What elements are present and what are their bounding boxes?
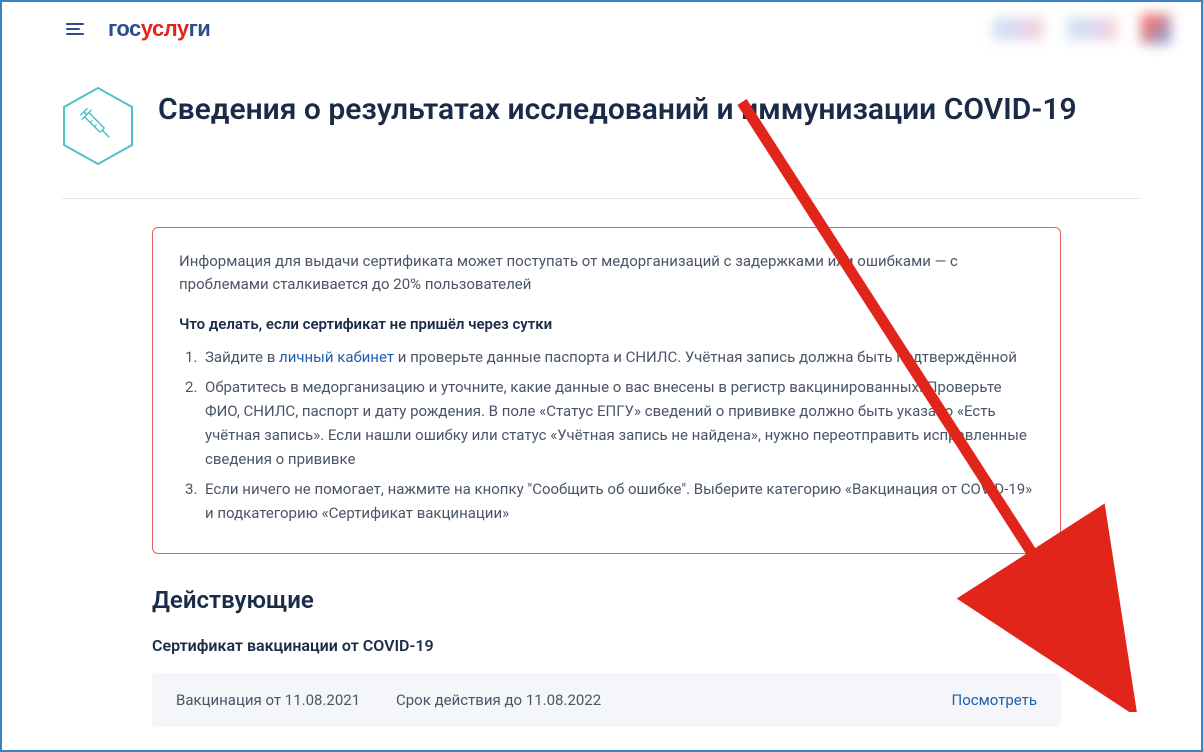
personal-account-link[interactable]: личный кабинет (279, 348, 394, 366)
certificate-validity: Срок действия до 11.08.2022 (396, 691, 952, 709)
menu-icon[interactable] (62, 19, 88, 39)
info-list-item: Обратитесь в медорганизацию и уточните, … (179, 375, 1034, 471)
section-header: Действующие Архив (152, 586, 1061, 614)
syringe-icon (62, 86, 134, 166)
info-list-item: Если ничего не помогает, нажмите на кноп… (179, 477, 1034, 525)
header-action-blurred (993, 18, 1043, 40)
page-heading-row: Сведения о результатах исследований и им… (62, 80, 1141, 199)
info-list-item: Зайдите в личный кабинет и проверьте дан… (179, 345, 1034, 369)
archive-link[interactable]: Архив (1018, 594, 1061, 612)
info-list: Зайдите в личный кабинет и проверьте дан… (179, 345, 1034, 525)
header-action-blurred (1067, 18, 1117, 40)
logo[interactable]: госуслуги (108, 16, 210, 42)
info-intro: Информация для выдачи сертификата может … (179, 250, 1034, 297)
page-title: Сведения о результатах исследований и им… (158, 80, 1077, 129)
header-right (993, 14, 1171, 44)
info-subtitle: Что делать, если сертификат не пришёл че… (179, 315, 1034, 333)
view-button[interactable]: Посмотреть (952, 691, 1038, 709)
avatar-blurred (1141, 14, 1171, 44)
certificate-row: Вакцинация от 11.08.2021 Срок действия д… (152, 673, 1061, 727)
certificate-date: Вакцинация от 11.08.2021 (176, 691, 396, 709)
certificate-title: Сертификат вакцинации от COVID-19 (152, 636, 1061, 655)
section-title: Действующие (152, 586, 314, 614)
header: госуслуги (2, 2, 1201, 50)
info-box: Информация для выдачи сертификата может … (152, 227, 1061, 554)
